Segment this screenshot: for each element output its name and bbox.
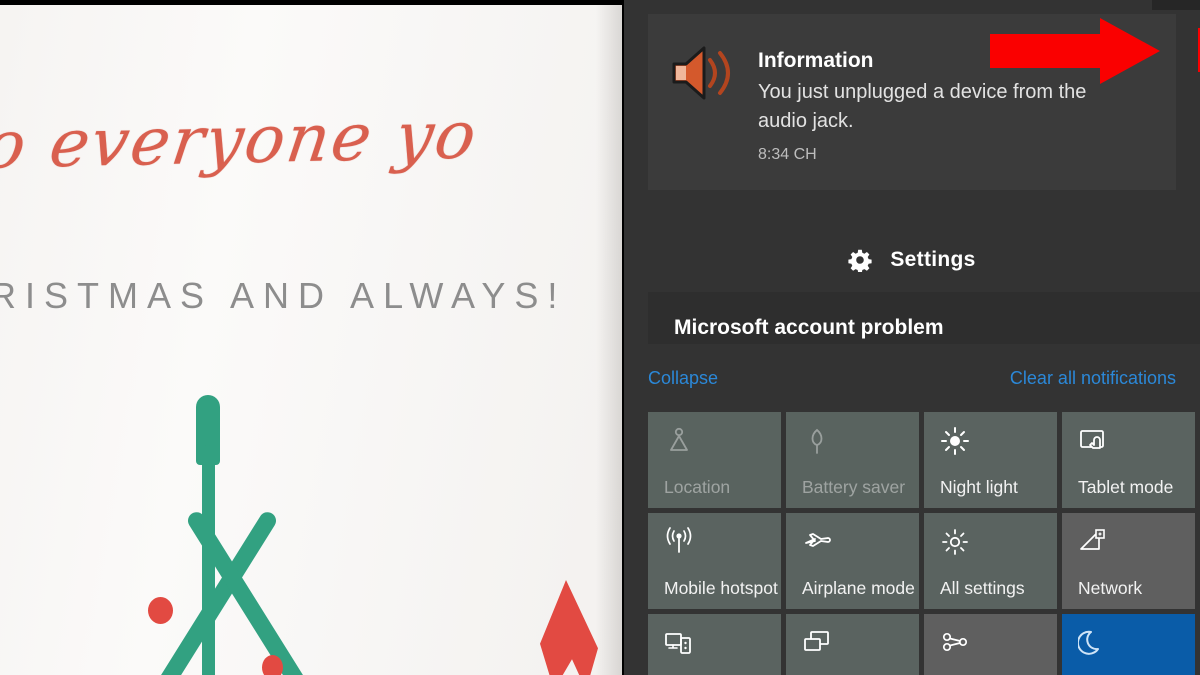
moon-quiet-hours-icon <box>1078 630 1099 655</box>
quick-action-label: Network <box>1078 578 1143 598</box>
vpn-icon <box>942 632 968 652</box>
quick-action-mobile-hotspot[interactable]: Mobile hotspot <box>648 513 781 609</box>
card-script-text: to everyone yo <box>0 96 483 185</box>
panel-top-strip <box>1152 0 1200 10</box>
christmas-card-photo: to everyone yo RISTMAS AND ALWAYS! <box>0 5 622 675</box>
tablet-mode-icon <box>1080 430 1104 449</box>
quick-action-label: All settings <box>940 578 1025 598</box>
connect-devices-icon <box>665 633 691 654</box>
quick-actions-grid: Location Battery saver Night light Table… <box>648 412 1200 675</box>
brightness-icon <box>941 427 969 455</box>
notification-timestamp: 8:34 CH <box>758 146 817 163</box>
settings-row[interactable]: Settings <box>648 236 1176 284</box>
speaker-icon <box>672 46 730 100</box>
settings-label: Settings <box>890 248 976 271</box>
collapse-link[interactable]: Collapse <box>648 368 718 389</box>
quick-action-label: Battery saver <box>802 477 906 497</box>
project-screen-icon <box>804 631 829 651</box>
airplane-icon <box>805 533 831 547</box>
quick-action-location[interactable]: Location <box>648 412 781 508</box>
location-icon <box>670 427 688 451</box>
quick-action-connect[interactable] <box>648 614 781 675</box>
quick-action-label: Night light <box>940 477 1018 497</box>
red-arrow-annotation <box>990 18 1160 84</box>
screen: to everyone yo RISTMAS AND ALWAYS! Infor… <box>0 0 1200 675</box>
christmas-tree-drawing <box>40 385 460 675</box>
quick-action-tablet-mode[interactable]: Tablet mode <box>1062 412 1195 508</box>
gear-icon <box>942 529 968 555</box>
tree-ornament <box>262 655 283 675</box>
grouped-notification-title: Microsoft account problem <box>674 316 944 339</box>
leaf-icon <box>811 428 823 454</box>
card-caps-text: RISTMAS AND ALWAYS! <box>0 275 567 316</box>
gear-icon <box>848 249 872 272</box>
notification-actions <box>1192 28 1200 134</box>
tree-ornament <box>148 597 173 624</box>
quick-action-label: Location <box>664 477 731 497</box>
quick-action-quiet-hours[interactable] <box>1062 614 1195 675</box>
quick-action-project[interactable] <box>786 614 919 675</box>
clear-all-notifications-link[interactable]: Clear all notifications <box>1010 368 1176 389</box>
quick-action-vpn[interactable] <box>924 614 1057 675</box>
quick-action-label: Tablet mode <box>1078 477 1174 497</box>
quick-action-network[interactable]: Network <box>1062 513 1195 609</box>
quick-action-label: Airplane mode <box>802 578 915 598</box>
quick-action-night-light[interactable]: Night light <box>924 412 1057 508</box>
quick-action-airplane-mode[interactable]: Airplane mode <box>786 513 919 609</box>
hotspot-icon <box>666 527 692 553</box>
tree-trunk <box>202 445 215 675</box>
red-decoration-drawing <box>540 580 598 675</box>
quick-action-label: Mobile hotspot <box>664 578 778 598</box>
notification-link-row: Collapse Clear all notifications <box>624 362 1200 394</box>
notification-message: You just unplugged a device from the aud… <box>758 81 1087 132</box>
grouped-notification-card[interactable]: Microsoft account problem <box>648 292 1200 344</box>
notification-app-icon <box>648 14 758 190</box>
quick-action-battery-saver[interactable]: Battery saver <box>786 412 919 508</box>
network-signal-icon <box>1080 529 1105 550</box>
quick-action-all-settings[interactable]: All settings <box>924 513 1057 609</box>
